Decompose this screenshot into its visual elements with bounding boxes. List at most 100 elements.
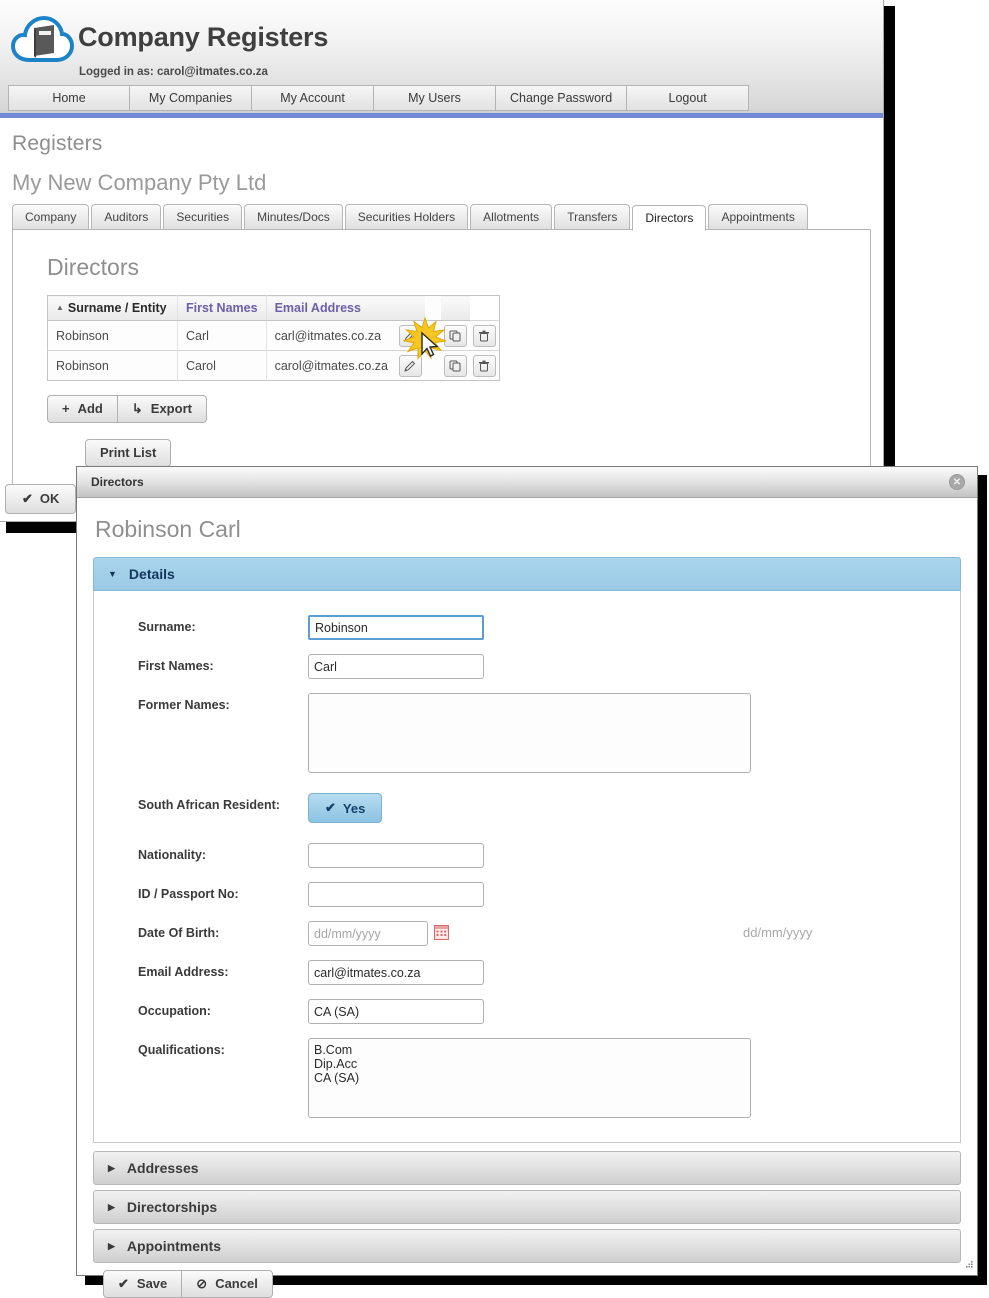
field-row-date-of-birth: Date Of Birth: dd/mm/yyyy (138, 921, 950, 946)
label-email-address: Email Address: (138, 965, 229, 979)
copy-icon[interactable] (443, 354, 467, 377)
column-header-first-names[interactable]: First Names (177, 295, 267, 321)
former-names-textarea[interactable] (308, 693, 751, 773)
page-title: Company Registers (78, 22, 329, 52)
export-button-label: Export (150, 401, 192, 416)
date-of-birth-group: dd/mm/yyyy (308, 921, 812, 946)
window-shadow-right (884, 6, 895, 528)
tab-company[interactable]: Company (12, 204, 90, 230)
dialog-title: Directors (91, 475, 144, 489)
directors-tab-panel: Directors ▲ Surname / Entity First Names … (12, 229, 871, 488)
delete-icon[interactable] (472, 324, 496, 347)
nav-item-my-account[interactable]: My Account (252, 85, 374, 111)
registers-heading: Registers (12, 132, 103, 155)
cancel-circle-icon: ⊘ (196, 1276, 208, 1291)
column-header-surname[interactable]: ▲ Surname / Entity (47, 295, 178, 321)
accordion-appointments[interactable]: ▶ Appointments (93, 1229, 961, 1263)
occupation-input[interactable] (308, 999, 484, 1024)
logged-in-label: Logged in as: carol@itmates.co.za (79, 66, 268, 78)
chevron-right-icon: ▶ (108, 1201, 115, 1212)
label-qualifications: Qualifications: (138, 1043, 225, 1057)
accordion-addresses[interactable]: ▶ Addresses (93, 1151, 961, 1185)
qualifications-textarea[interactable]: B.Com Dip.Acc CA (SA) (308, 1038, 751, 1118)
nav-item-my-companies[interactable]: My Companies (130, 85, 252, 111)
cell-surname: Robinson (47, 350, 178, 381)
check-icon: ✔ (22, 491, 33, 506)
field-row-former-names: Former Names: (138, 693, 950, 773)
first-names-input[interactable] (308, 654, 484, 679)
ok-button-row: ✔ OK (5, 484, 77, 514)
label-nationality: Nationality: (138, 848, 207, 862)
ok-button[interactable]: ✔ OK (5, 484, 77, 514)
table-row[interactable]: Robinson Carl carl@itmates.co.za (47, 320, 500, 351)
accordion-appointments-label: Appointments (126, 1238, 222, 1254)
label-occupation: Occupation: (138, 1004, 211, 1018)
dialog-titlebar[interactable]: Directors ✕ (77, 467, 977, 498)
edit-icon[interactable] (398, 324, 422, 347)
export-arrow-icon: ↳ (131, 401, 143, 416)
plus-icon: + (62, 401, 70, 416)
cell-first-names: Carl (177, 320, 267, 351)
accordion-details-label: Details (128, 566, 175, 582)
tab-securities-holders[interactable]: Securities Holders (344, 204, 469, 230)
directors-table: ▲ Surname / Entity First Names Email Addr… (47, 295, 500, 381)
tab-minutes-docs[interactable]: Minutes/Docs (244, 204, 343, 230)
save-button[interactable]: ✔ Save (103, 1270, 182, 1298)
field-row-surname: Surname: (138, 615, 950, 640)
tab-auditors[interactable]: Auditors (91, 204, 162, 230)
copy-icon[interactable] (443, 324, 467, 347)
cell-spacer (424, 320, 441, 351)
nav-item-home[interactable]: Home (8, 85, 130, 111)
nationality-input[interactable] (308, 843, 484, 868)
add-button[interactable]: + Add (47, 395, 117, 423)
edit-icon[interactable] (398, 354, 422, 377)
sa-resident-toggle[interactable]: ✔ Yes (308, 793, 383, 823)
table-row[interactable]: Robinson Carol carol@itmates.co.za (47, 350, 500, 381)
cancel-button[interactable]: ⊘ Cancel (181, 1270, 273, 1298)
accordion-directorships[interactable]: ▶ Directorships (93, 1190, 961, 1224)
cell-email: carol@itmates.co.za (265, 350, 396, 381)
label-former-names: Former Names: (138, 698, 230, 712)
registers-body: Registers My New Company Pty Ltd Company… (0, 132, 883, 488)
nav-item-my-users[interactable]: My Users (374, 85, 496, 111)
calendar-icon[interactable] (434, 925, 449, 940)
id-passport-input[interactable] (308, 882, 484, 907)
accordion-details[interactable]: ▼ Details (93, 557, 961, 591)
column-header-surname-label: Surname / Entity (67, 301, 167, 315)
label-id-passport: ID / Passport No: (138, 887, 239, 901)
close-icon[interactable]: ✕ (949, 474, 965, 490)
app-header: Company Registers Logged in as: carol@it… (0, 0, 883, 118)
cell-delete-action (469, 350, 500, 381)
tab-securities[interactable]: Securities (163, 204, 243, 230)
delete-icon[interactable] (472, 354, 496, 377)
email-address-input[interactable] (308, 960, 484, 985)
label-first-names: First Names: (138, 659, 214, 673)
column-header-email-address[interactable]: Email Address (265, 295, 396, 321)
tab-transfers[interactable]: Transfers (554, 204, 631, 230)
nav-item-change-password[interactable]: Change Password (496, 85, 628, 111)
export-button[interactable]: ↳ Export (116, 395, 207, 423)
main-nav: Home My Companies My Account My Users Ch… (8, 85, 750, 111)
cell-copy-action (440, 320, 470, 351)
field-row-email-address: Email Address: (138, 960, 950, 985)
date-of-birth-input[interactable] (308, 921, 428, 946)
column-header-delete (440, 295, 470, 321)
dialog-resize-handle[interactable] (962, 1260, 974, 1272)
save-button-label: Save (136, 1276, 168, 1291)
field-row-occupation: Occupation: (138, 999, 950, 1024)
table-action-buttons: + Add ↳ Export (47, 395, 852, 423)
label-surname: Surname: (138, 620, 196, 634)
nav-item-logout[interactable]: Logout (627, 85, 750, 111)
dialog-footer: ✔ Save ⊘ Cancel (93, 1268, 961, 1298)
cancel-button-label: Cancel (215, 1276, 258, 1291)
accordion-addresses-label: Addresses (126, 1160, 199, 1176)
tab-appointments[interactable]: Appointments (708, 204, 808, 230)
tab-directors[interactable]: Directors (632, 205, 707, 231)
sa-resident-toggle-label: Yes (342, 800, 366, 816)
cell-surname: Robinson (47, 320, 178, 351)
field-row-first-names: First Names: (138, 654, 950, 679)
cell-edit-action (395, 320, 425, 351)
tab-allotments[interactable]: Allotments (470, 204, 553, 230)
print-list-button[interactable]: Print List (85, 439, 172, 467)
surname-input[interactable] (308, 615, 484, 640)
